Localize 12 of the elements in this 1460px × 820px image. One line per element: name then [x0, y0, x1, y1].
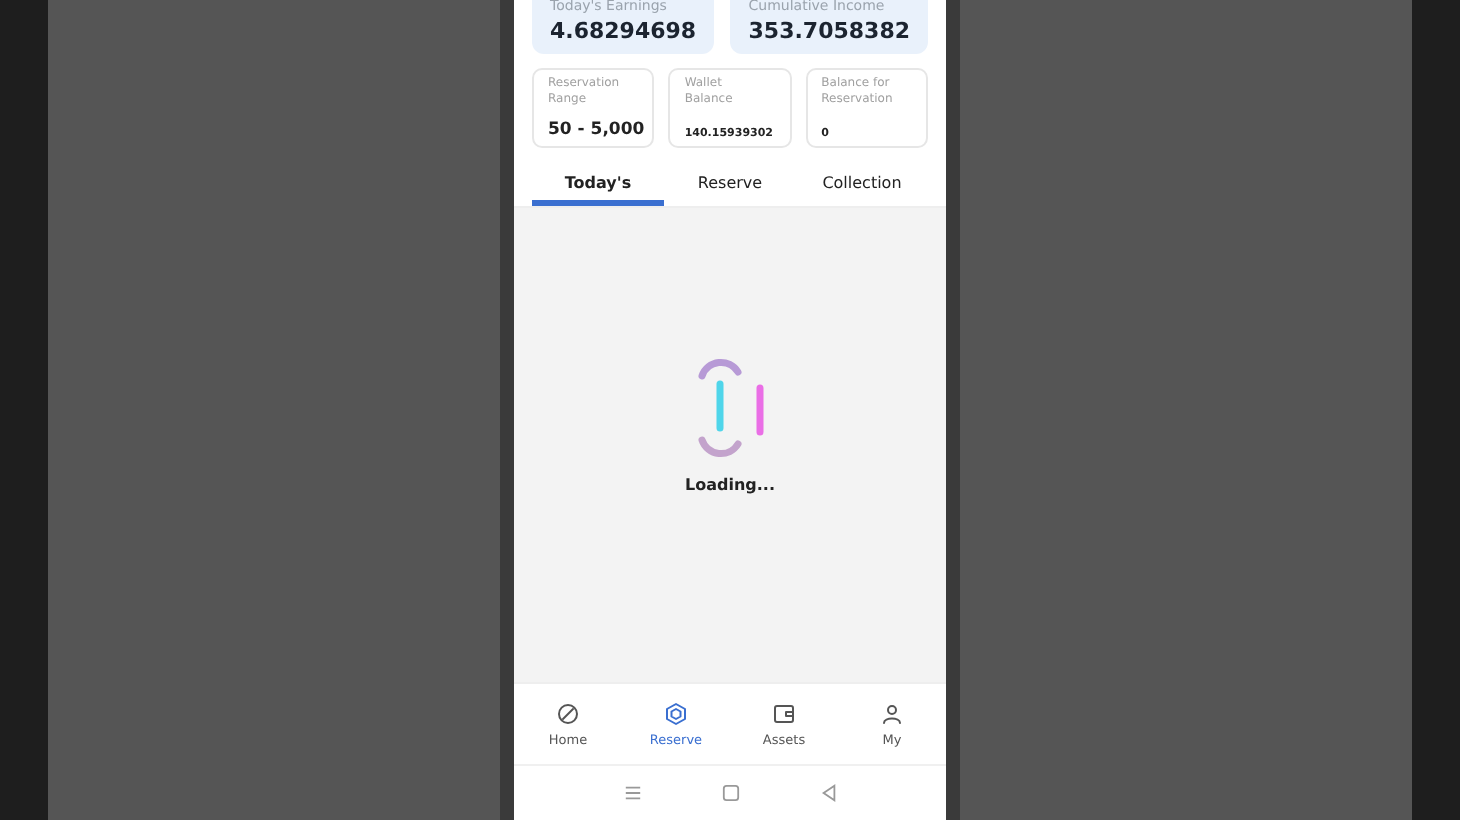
cube-icon	[664, 701, 688, 725]
stat-value: 50 - 5,000	[548, 120, 639, 140]
wallet-icon	[772, 701, 796, 725]
summary-value: 4.68294698	[550, 18, 697, 44]
menu-icon[interactable]	[623, 784, 641, 802]
back-icon[interactable]	[819, 784, 837, 802]
tab[interactable]: Reserve	[664, 168, 796, 206]
loading-text: Loading...	[685, 476, 775, 494]
user-icon	[880, 701, 904, 725]
summary-value: 353.7058382	[748, 18, 910, 44]
home-square-icon[interactable]	[721, 784, 739, 802]
tab[interactable]: Collection	[796, 168, 928, 206]
